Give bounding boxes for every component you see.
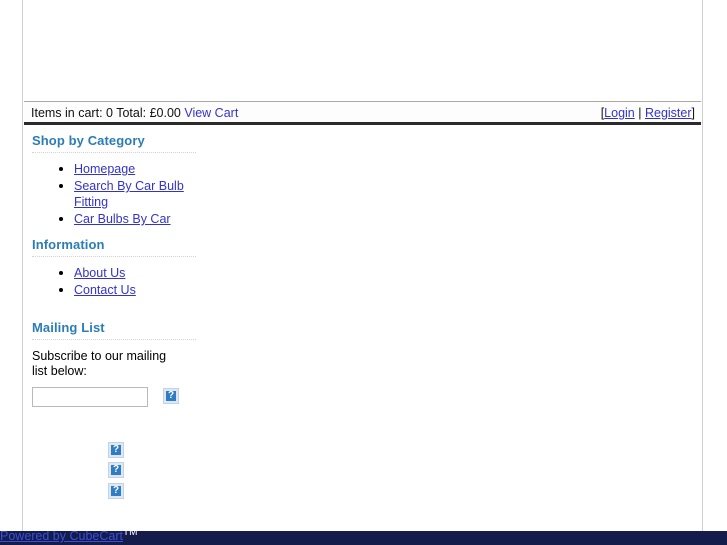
sidebar-image-stack xyxy=(108,441,128,503)
sidebar-box-title-shop-by-category: Shop by Category xyxy=(32,133,145,148)
sidebar-box-shop-by-category: Shop by Category Homepage Search By Car … xyxy=(24,133,204,227)
account-separator: | xyxy=(634,106,645,120)
broken-image-icon xyxy=(108,482,124,499)
sidebar-box-information: Information About Us Contact Us xyxy=(24,237,204,298)
sidebar-box-title-mailing-list: Mailing List xyxy=(32,320,105,335)
mailing-list-copy: Subscribe to our mailing list below: xyxy=(32,349,167,378)
view-cart-link[interactable]: View Cart xyxy=(184,106,238,120)
stack-image-slot[interactable] xyxy=(108,482,128,499)
broken-image-icon xyxy=(163,388,179,405)
stack-image-slot[interactable] xyxy=(108,441,128,458)
broken-image-icon xyxy=(108,441,124,458)
cart-summary-text: Items in cart: 0 Total: £0.00 xyxy=(31,106,181,120)
sidebar-item-about-us[interactable]: About Us xyxy=(74,266,125,280)
sidebar-item-car-bulbs-by-car[interactable]: Car Bulbs By Car xyxy=(74,212,171,226)
footer-bar: Powered by CubeCartTM xyxy=(0,531,727,545)
list-item: Contact Us xyxy=(74,282,204,298)
footer-credit: Powered by CubeCartTM xyxy=(0,531,137,543)
sidebar-item-contact-us[interactable]: Contact Us xyxy=(74,283,136,297)
cart-summary-bar: Items in cart: 0 Total: £0.00 View Cart … xyxy=(24,101,701,125)
mailing-list-email-input[interactable] xyxy=(32,387,148,407)
login-link[interactable]: Login xyxy=(604,106,635,120)
sidebar-item-homepage[interactable]: Homepage xyxy=(74,162,135,176)
bracket-close: ] xyxy=(691,106,695,120)
sidebar-list-information: About Us Contact Us xyxy=(24,265,204,298)
broken-image-icon xyxy=(108,462,124,479)
mailing-list-submit-button[interactable] xyxy=(163,388,179,405)
stack-image-slot[interactable] xyxy=(108,462,128,479)
sidebar-item-search-by-car-bulb-fitting[interactable]: Search By Car Bulb Fitting xyxy=(74,179,184,209)
page-frame: Items in cart: 0 Total: £0.00 View Cart … xyxy=(22,0,703,531)
sidebar-list-shop-by-category: Homepage Search By Car Bulb Fitting Car … xyxy=(24,161,204,227)
header-banner-region xyxy=(23,0,702,101)
powered-by-cubecart-link[interactable]: Powered by CubeCart xyxy=(0,531,123,543)
trademark-symbol: TM xyxy=(122,531,138,538)
list-item: Homepage xyxy=(74,161,204,177)
mailing-list-form xyxy=(32,387,204,409)
list-item: Search By Car Bulb Fitting xyxy=(74,178,204,210)
sidebar: Shop by Category Homepage Search By Car … xyxy=(24,133,204,417)
list-item: Car Bulbs By Car xyxy=(74,211,204,227)
register-link[interactable]: Register xyxy=(645,106,692,120)
sidebar-box-rule xyxy=(32,339,196,340)
sidebar-box-title-information: Information xyxy=(32,237,105,252)
cart-summary-left: Items in cart: 0 Total: £0.00 View Cart xyxy=(31,106,238,120)
sidebar-box-mailing-list: Mailing List Subscribe to our mailing li… xyxy=(24,320,204,409)
sidebar-box-rule xyxy=(32,152,196,153)
list-item: About Us xyxy=(74,265,204,281)
account-links: [Login | Register] xyxy=(601,106,695,120)
sidebar-box-rule xyxy=(32,256,196,257)
